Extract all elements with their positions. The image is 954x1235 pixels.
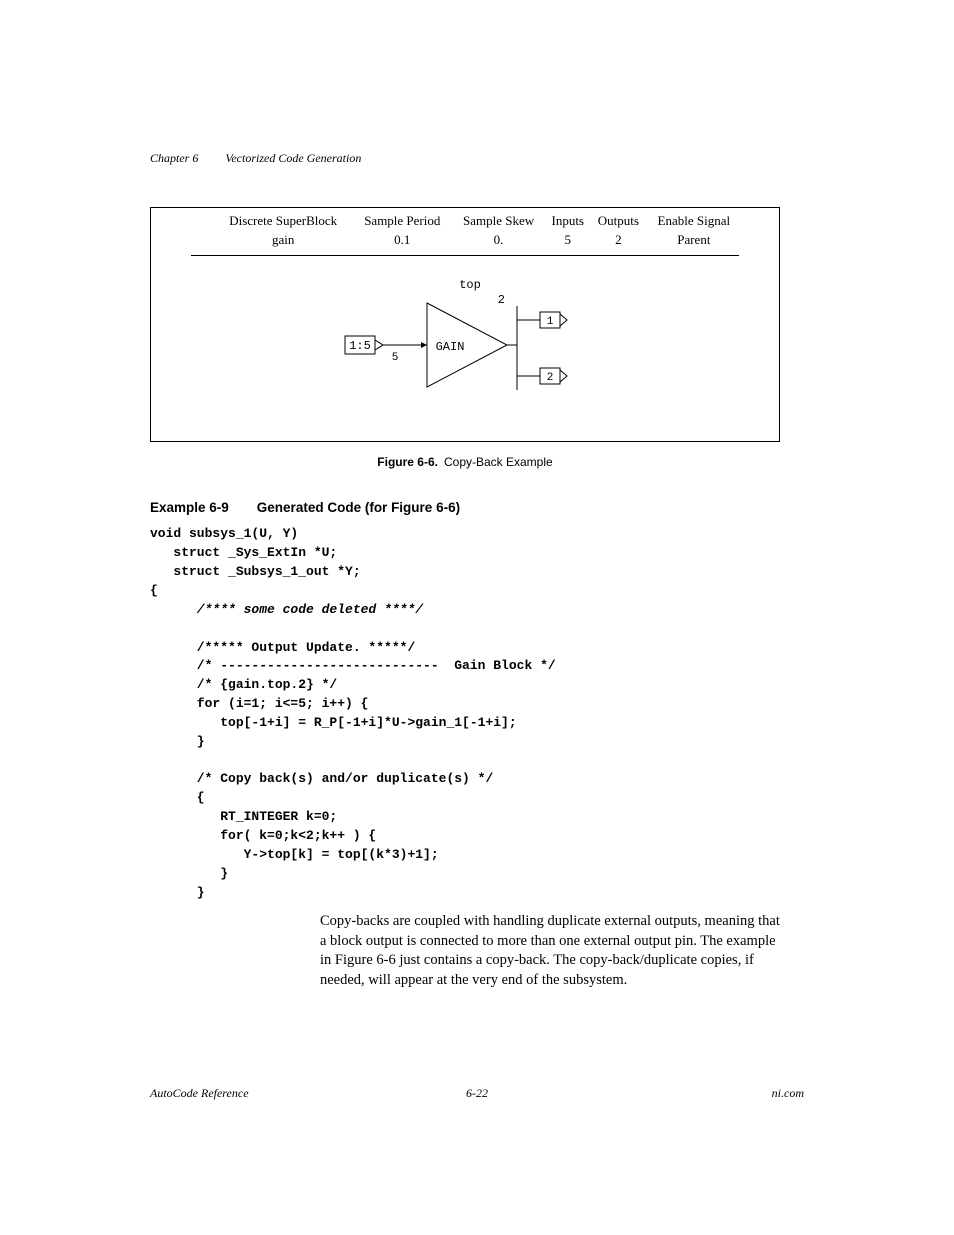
code-l12: } <box>150 734 205 749</box>
fig-col4-value: 5 <box>545 231 590 255</box>
block-diagram: 1:5 5 GAIN top 2 1 <box>151 263 779 441</box>
figure-box: Discrete SuperBlock Sample Period Sample… <box>150 207 780 442</box>
fig-col4-label: Inputs <box>545 208 590 231</box>
header-chapter: Chapter 6 <box>150 151 198 165</box>
code-l17: for( k=0;k<2;k++ ) { <box>150 828 376 843</box>
code-l09: /* {gain.top.2} */ <box>150 677 337 692</box>
fig-col3-label: Sample Skew <box>452 208 545 231</box>
diagram-block-label: GAIN <box>436 340 465 354</box>
diagram-out2: 2 <box>547 372 554 384</box>
example-title: Generated Code (for Figure 6-6) <box>257 500 460 515</box>
figure-caption-bold: Figure 6-6. <box>377 455 438 469</box>
code-l08: /* ---------------------------- Gain Blo… <box>150 658 556 673</box>
fig-col5-label: Outputs <box>590 208 646 231</box>
code-l02: struct _Sys_ExtIn *U; <box>150 545 337 560</box>
code-l11: top[-1+i] = R_P[-1+i]*U->gain_1[-1+i]; <box>150 715 517 730</box>
diagram-out1: 1 <box>547 316 554 328</box>
code-l04: { <box>150 583 158 598</box>
fig-col3-value: 0. <box>452 231 545 255</box>
fig-col2-label: Sample Period <box>353 208 452 231</box>
diagram-svg: 1:5 5 GAIN top 2 1 <box>335 268 595 418</box>
code-l19: } <box>150 866 228 881</box>
running-header: Chapter 6 Vectorized Code Generation <box>150 150 804 167</box>
header-title: Vectorized Code Generation <box>225 151 361 165</box>
footer-right: ni.com <box>772 1085 804 1102</box>
figure-caption: Figure 6-6. Copy-Back Example <box>150 454 780 471</box>
code-l07: /***** Output Update. *****/ <box>150 640 415 655</box>
code-l10: for (i=1; i<=5; i++) { <box>150 696 368 711</box>
code-l15: { <box>150 790 205 805</box>
diagram-top-label: top <box>459 278 481 292</box>
figure-caption-text: Copy-Back Example <box>444 455 553 469</box>
code-l05: /**** some code deleted ****/ <box>150 602 423 617</box>
code-l01: void subsys_1(U, Y) <box>150 526 298 541</box>
diagram-top-num: 2 <box>498 293 505 307</box>
fig-col6-value: Parent <box>646 231 741 255</box>
diagram-src-label: 1:5 <box>349 339 371 353</box>
code-l14: /* Copy back(s) and/or duplicate(s) */ <box>150 771 493 786</box>
footer-center: 6-22 <box>150 1085 804 1102</box>
example-heading: Example 6-9 Generated Code (for Figure 6-… <box>150 499 804 518</box>
body-paragraph: Copy-backs are coupled with handling dup… <box>320 912 780 990</box>
figure-header-table: Discrete SuperBlock Sample Period Sample… <box>151 208 779 255</box>
code-block: void subsys_1(U, Y) struct _Sys_ExtIn *U… <box>150 525 804 902</box>
fig-col6-label: Enable Signal <box>646 208 741 231</box>
example-label: Example 6-9 <box>150 500 229 515</box>
code-l20: } <box>150 885 205 900</box>
code-l18: Y->top[k] = top[(k*3)+1]; <box>150 847 439 862</box>
code-l16: RT_INTEGER k=0; <box>150 809 337 824</box>
code-l03: struct _Subsys_1_out *Y; <box>150 564 361 579</box>
fig-col5-value: 2 <box>590 231 646 255</box>
fig-col1-label: Discrete SuperBlock <box>214 208 353 231</box>
figure-header-rule <box>191 255 739 256</box>
fig-col2-value: 0.1 <box>353 231 452 255</box>
diagram-src-pin: 5 <box>392 352 399 364</box>
fig-col1-value: gain <box>214 231 353 255</box>
